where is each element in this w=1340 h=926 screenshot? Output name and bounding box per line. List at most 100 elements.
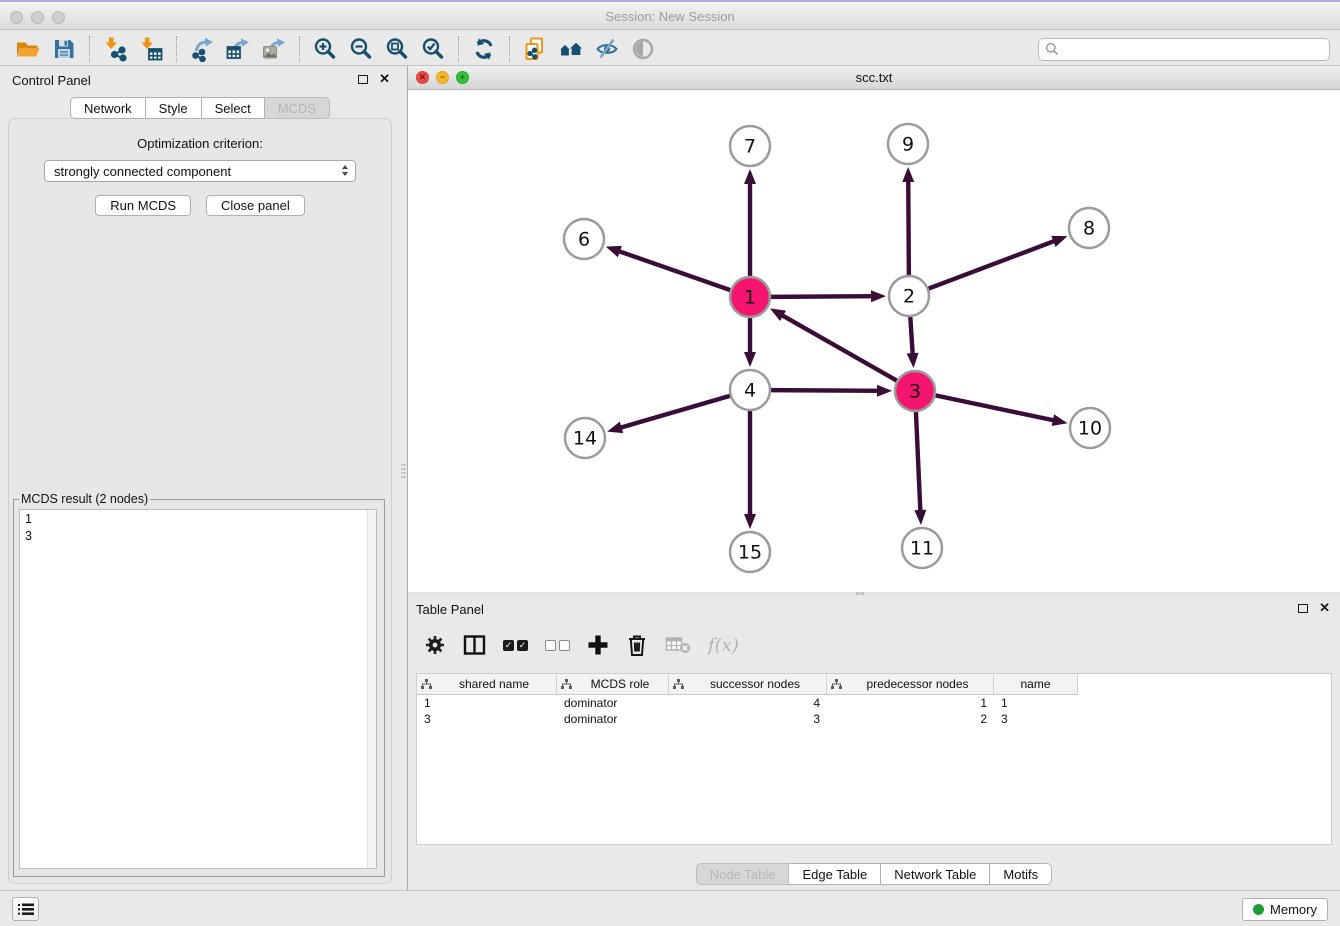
- graph-edge-2-3[interactable]: [910, 317, 912, 356]
- memory-status-icon: [1253, 904, 1264, 915]
- search-box[interactable]: [1038, 38, 1330, 61]
- tab-node-table[interactable]: Node Table: [696, 863, 790, 885]
- splitter-grip[interactable]: [401, 464, 406, 480]
- table-cell[interactable]: dominator: [557, 712, 669, 726]
- close-panel-icon[interactable]: ✕: [1319, 603, 1330, 613]
- edge-arrowhead: [877, 385, 892, 397]
- zoom-in-button[interactable]: [307, 34, 343, 64]
- run-mcds-button[interactable]: Run MCDS: [95, 195, 191, 216]
- tab-network-table[interactable]: Network Table: [881, 863, 990, 885]
- add-column-button[interactable]: [587, 632, 609, 658]
- close-panel-button[interactable]: Close panel: [206, 195, 305, 216]
- table-cell[interactable]: 3: [417, 712, 557, 726]
- memory-button[interactable]: Memory: [1242, 898, 1328, 921]
- graph-edge-1-2[interactable]: [771, 296, 874, 297]
- table-cell[interactable]: dominator: [557, 696, 669, 710]
- column-settings-button[interactable]: [424, 632, 446, 658]
- export-network-button[interactable]: [184, 34, 220, 64]
- task-history-button[interactable]: [12, 897, 39, 921]
- edge-arrowhead: [744, 169, 756, 184]
- zoom-fit-button[interactable]: [379, 34, 415, 64]
- import-table-button[interactable]: [133, 34, 169, 64]
- float-panel-icon[interactable]: [1298, 604, 1308, 613]
- table-cell[interactable]: 3: [994, 712, 1078, 726]
- delete-column-button[interactable]: [626, 632, 648, 658]
- function-builder-button[interactable]: f(x): [708, 632, 739, 658]
- control-panel: Control Panel ✕ Network Style Select MCD…: [0, 66, 400, 890]
- show-panels-button[interactable]: [625, 34, 661, 64]
- tab-network[interactable]: Network: [70, 97, 146, 119]
- zoom-out-button[interactable]: [343, 34, 379, 64]
- clone-network-button[interactable]: [517, 34, 553, 64]
- table-row[interactable]: 3dominator323: [417, 711, 1331, 727]
- search-input[interactable]: [1063, 41, 1323, 57]
- deselect-all-button[interactable]: [545, 632, 570, 658]
- zoom-selected-button[interactable]: [415, 34, 451, 64]
- houses-icon: [557, 36, 585, 62]
- graph-edge-2-9[interactable]: [908, 179, 909, 275]
- open-session-button[interactable]: [10, 34, 46, 64]
- node-table: shared name MCDS role successor nodes pr…: [416, 673, 1332, 845]
- graph-edge-2-8[interactable]: [929, 240, 1057, 288]
- table-cell[interactable]: 1: [827, 696, 994, 710]
- delete-table-button[interactable]: [665, 632, 691, 658]
- apply-layout-button[interactable]: [466, 34, 502, 64]
- float-panel-icon[interactable]: [358, 75, 368, 84]
- table-cell[interactable]: 1: [417, 696, 557, 710]
- import-network-button[interactable]: [97, 34, 133, 64]
- export-image-button[interactable]: [256, 34, 292, 64]
- result-scrollbar[interactable]: [367, 510, 376, 868]
- delete-table-icon: [665, 635, 691, 655]
- hide-panels-button[interactable]: [589, 34, 625, 64]
- export-table-button[interactable]: [220, 34, 256, 64]
- table-row[interactable]: 1dominator411: [417, 695, 1331, 711]
- search-icon: [1045, 42, 1059, 56]
- network-graph[interactable]: 1234678910111415: [408, 90, 1340, 592]
- status-bar: Memory: [0, 890, 1340, 926]
- column-header-successor-nodes[interactable]: successor nodes: [669, 674, 827, 695]
- table-cell[interactable]: 4: [669, 696, 827, 710]
- edge-arrowhead: [607, 422, 623, 434]
- clone-network-icon: [522, 36, 548, 62]
- graph-edge-4-3[interactable]: [771, 390, 880, 391]
- column-header-mcds-role[interactable]: MCDS role: [557, 674, 669, 695]
- zoom-out-icon: [348, 36, 374, 62]
- tab-style[interactable]: Style: [146, 97, 202, 119]
- table-cell[interactable]: 1: [994, 696, 1078, 710]
- checked-box-icon: ✓: [517, 640, 528, 651]
- zoom-fit-icon: [384, 36, 410, 62]
- column-header-predecessor-nodes[interactable]: predecessor nodes: [827, 674, 994, 695]
- select-all-button[interactable]: ✓ ✓: [503, 632, 528, 658]
- table-cell[interactable]: 2: [827, 712, 994, 726]
- network-canvas[interactable]: 1234678910111415: [408, 90, 1340, 592]
- toolbar-separator: [299, 36, 300, 62]
- hierarchy-icon: [831, 679, 842, 690]
- mcds-result-list[interactable]: 13: [19, 509, 377, 869]
- vertical-splitter[interactable]: [400, 66, 408, 890]
- save-session-button[interactable]: [46, 34, 82, 64]
- graph-edge-3-11[interactable]: [916, 412, 921, 513]
- eye-slash-icon: [594, 36, 620, 62]
- graph-edge-4-14[interactable]: [619, 396, 730, 428]
- header-filler: [1078, 674, 1331, 695]
- toggle-panes-button[interactable]: [463, 632, 486, 658]
- show-all-networks-button[interactable]: [553, 34, 589, 64]
- graph-edge-3-10[interactable]: [936, 395, 1056, 420]
- graph-edge-1-6[interactable]: [617, 251, 730, 291]
- tab-motifs[interactable]: Motifs: [990, 863, 1052, 885]
- network-view-window: ✕ − + scc.txt 1234678910111415: [408, 66, 1340, 592]
- column-header-name[interactable]: name: [994, 674, 1078, 695]
- edge-arrowhead: [907, 353, 919, 368]
- mcds-tab-content: Optimization criterion: strongly connect…: [8, 118, 392, 884]
- graph-edge-3-1[interactable]: [780, 314, 896, 380]
- node-label: 14: [573, 428, 597, 450]
- criterion-select[interactable]: strongly connected component: [44, 160, 356, 182]
- tab-mcds[interactable]: MCDS: [265, 97, 330, 119]
- tab-edge-table[interactable]: Edge Table: [789, 863, 881, 885]
- node-label: 2: [903, 286, 915, 308]
- tab-select[interactable]: Select: [202, 97, 265, 119]
- table-header-row: shared name MCDS role successor nodes pr…: [417, 674, 1331, 695]
- close-panel-icon[interactable]: ✕: [379, 74, 390, 84]
- table-cell[interactable]: 3: [669, 712, 827, 726]
- column-header-shared-name[interactable]: shared name: [417, 674, 557, 695]
